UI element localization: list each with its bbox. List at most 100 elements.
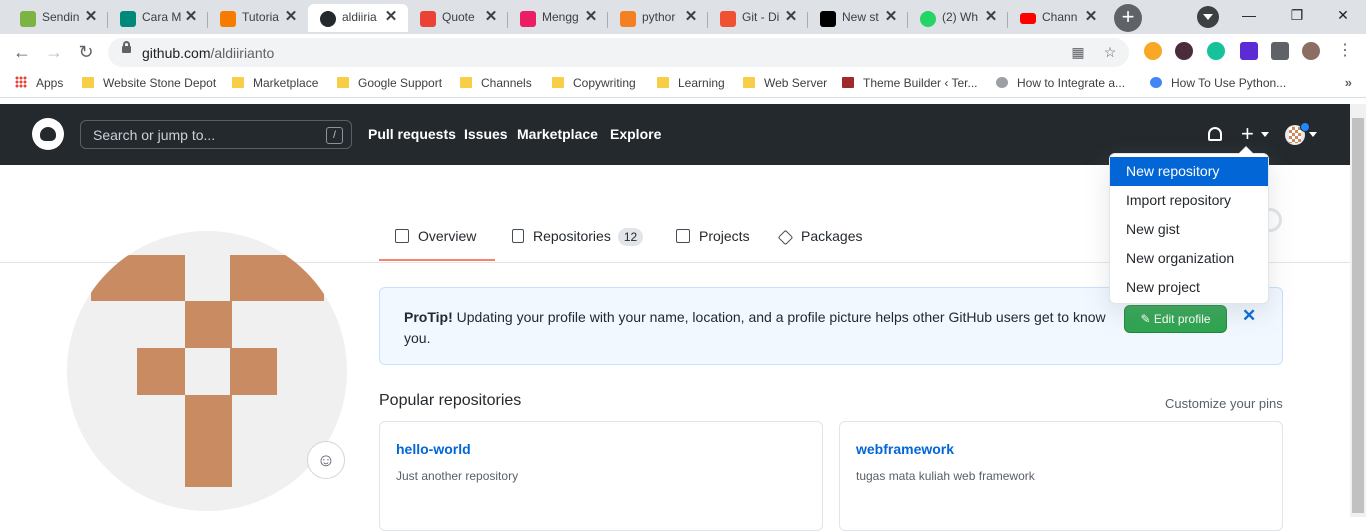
profile-avatar-icon[interactable] — [1302, 42, 1320, 60]
close-tab-icon[interactable]: ✕ — [482, 8, 500, 26]
close-tab-icon[interactable]: ✕ — [882, 8, 900, 26]
create-new-dropdown: New repository Import repository New gis… — [1109, 146, 1269, 304]
set-status-smiley-icon[interactable]: ☺ — [307, 441, 345, 479]
nav-pull-requests[interactable]: Pull requests — [368, 126, 456, 142]
repo-card: webframework tugas mata kuliah web frame… — [839, 421, 1283, 531]
new-tab-button[interactable]: + — [1114, 4, 1142, 32]
edit-profile-button[interactable]: ✎ Edit profile — [1124, 305, 1227, 333]
close-tab-icon[interactable]: ✕ — [582, 8, 600, 26]
tab-title: Git - Di — [742, 10, 780, 24]
bookmark-link[interactable]: How to Integrate a... — [996, 76, 1125, 92]
browser-tab[interactable]: Git - Di ✕ — [708, 4, 808, 32]
reload-icon[interactable]: ↻ — [74, 40, 98, 64]
package-icon — [777, 229, 794, 246]
forward-arrow-icon[interactable]: → — [42, 40, 66, 64]
folder-icon — [232, 77, 244, 88]
close-tab-icon[interactable]: ✕ — [182, 8, 200, 26]
chevron-down-icon[interactable] — [1309, 132, 1317, 137]
browser-tab[interactable]: Chann ✕ — [1008, 4, 1108, 32]
tab-title: New st — [842, 10, 879, 24]
bookmark-link[interactable]: How To Use Python... — [1150, 76, 1286, 92]
menu-item-new-repository[interactable]: New repository — [1110, 157, 1268, 186]
close-tab-icon[interactable]: ✕ — [1082, 8, 1100, 26]
avatar-pixel — [185, 301, 232, 348]
menu-item-import-repository[interactable]: Import repository — [1110, 186, 1268, 215]
create-new-plus-icon[interactable]: + — [1241, 121, 1254, 147]
tab-title: Sendin — [42, 10, 80, 24]
scrollbar-thumb[interactable] — [1352, 118, 1364, 513]
tab-repositories[interactable]: Repositories 12 — [512, 228, 644, 246]
avatar-pixel — [230, 348, 277, 395]
browser-tab[interactable]: Cara M ✕ — [108, 4, 208, 32]
close-tab-icon[interactable]: ✕ — [682, 8, 700, 26]
close-tab-icon[interactable]: ✕ — [782, 8, 800, 26]
close-tab-icon[interactable]: ✕ — [982, 8, 1000, 26]
extensions-puzzle-icon[interactable] — [1271, 42, 1289, 60]
customize-pins-link[interactable]: Customize your pins — [1165, 396, 1283, 411]
bookmark-folder[interactable]: Website Stone Depot — [82, 76, 216, 92]
browser-tab[interactable]: New st ✕ — [808, 4, 908, 32]
nav-issues[interactable]: Issues — [464, 126, 508, 142]
tab-title: Cara M — [142, 10, 182, 24]
tab-title: Chann — [1042, 10, 1078, 24]
tab-packages[interactable]: Packages — [777, 228, 862, 246]
tab-favicon-icon — [520, 11, 536, 27]
profile-avatar[interactable] — [67, 231, 347, 511]
browser-tab[interactable]: pythor ✕ — [608, 4, 708, 32]
restore-icon[interactable]: ❐ — [1284, 4, 1310, 26]
site-icon — [996, 77, 1008, 88]
notifications-bell-icon[interactable] — [1208, 127, 1222, 141]
bookmark-folder[interactable]: Marketplace — [232, 76, 318, 92]
bookmark-folder[interactable]: Channels — [460, 76, 532, 92]
apps-install-icon[interactable]: ▦ — [1070, 44, 1086, 60]
bookmark-apps[interactable]: Apps — [15, 76, 63, 92]
close-tab-icon[interactable]: ✕ — [382, 8, 400, 26]
apps-grid-icon — [15, 76, 27, 88]
github-logo-icon[interactable] — [32, 118, 64, 150]
repo-link[interactable]: hello-world — [396, 441, 471, 457]
tab-favicon-icon — [220, 11, 236, 27]
folder-icon — [657, 77, 669, 88]
nav-explore[interactable]: Explore — [610, 126, 661, 142]
menu-item-new-project[interactable]: New project — [1110, 273, 1268, 302]
search-input[interactable]: Search or jump to... / — [80, 120, 352, 149]
browser-tab[interactable]: (2) Wh ✕ — [908, 4, 1008, 32]
grammarly-icon[interactable] — [1207, 42, 1225, 60]
bookmark-folder[interactable]: Learning — [657, 76, 725, 92]
close-tab-icon[interactable]: ✕ — [282, 8, 300, 26]
extension-icon[interactable] — [1175, 42, 1193, 60]
browser-tab[interactable]: Quote ✕ — [408, 4, 508, 32]
search-placeholder: Search or jump to... — [93, 127, 216, 143]
address-bar[interactable]: github.com/aldiirianto ▦ ☆ — [108, 38, 1129, 67]
bookmarks-bar: Apps Website Stone Depot Marketplace Goo… — [0, 70, 1366, 98]
more-menu-icon[interactable]: ⋮ — [1336, 42, 1354, 60]
close-tab-icon[interactable]: ✕ — [82, 8, 100, 26]
browser-tab[interactable]: Mengg ✕ — [508, 4, 608, 32]
extension-icon[interactable] — [1144, 42, 1162, 60]
menu-item-new-gist[interactable]: New gist — [1110, 215, 1268, 244]
tab-overview[interactable]: Overview — [395, 228, 476, 244]
bookmark-star-icon[interactable]: ☆ — [1102, 44, 1118, 60]
bookmark-folder[interactable]: Google Support — [337, 76, 442, 92]
nav-marketplace[interactable]: Marketplace — [517, 126, 598, 142]
tab-search-icon[interactable] — [1197, 6, 1219, 28]
back-arrow-icon[interactable]: ← — [10, 40, 34, 64]
browser-tab[interactable]: Tutoria ✕ — [208, 4, 308, 32]
chevron-down-icon[interactable] — [1261, 132, 1269, 137]
browser-tab[interactable]: Sendin ✕ — [8, 4, 108, 32]
dismiss-close-icon[interactable]: ✕ — [1242, 306, 1256, 326]
window-close-icon[interactable]: ✕ — [1330, 4, 1356, 26]
bookmarks-overflow-icon[interactable]: » — [1345, 75, 1352, 90]
bookmark-folder[interactable]: Copywriting — [552, 76, 636, 92]
browser-tab-active[interactable]: aldiiria ✕ — [308, 4, 408, 32]
tab-projects[interactable]: Projects — [676, 228, 750, 244]
repo-link[interactable]: webframework — [856, 441, 954, 457]
minimize-icon[interactable]: — — [1236, 4, 1262, 26]
tab-strip: Sendin ✕ Cara M ✕ Tutoria ✕ aldiiria ✕ Quote… — [0, 0, 1366, 34]
tab-title: pythor — [642, 10, 676, 24]
bookmark-link[interactable]: Theme Builder ‹ Ter... — [842, 76, 978, 92]
tab-favicon-icon — [420, 11, 436, 27]
extension-icon[interactable] — [1240, 42, 1258, 60]
menu-item-new-organization[interactable]: New organization — [1110, 244, 1268, 273]
bookmark-folder[interactable]: Web Server — [743, 76, 827, 92]
